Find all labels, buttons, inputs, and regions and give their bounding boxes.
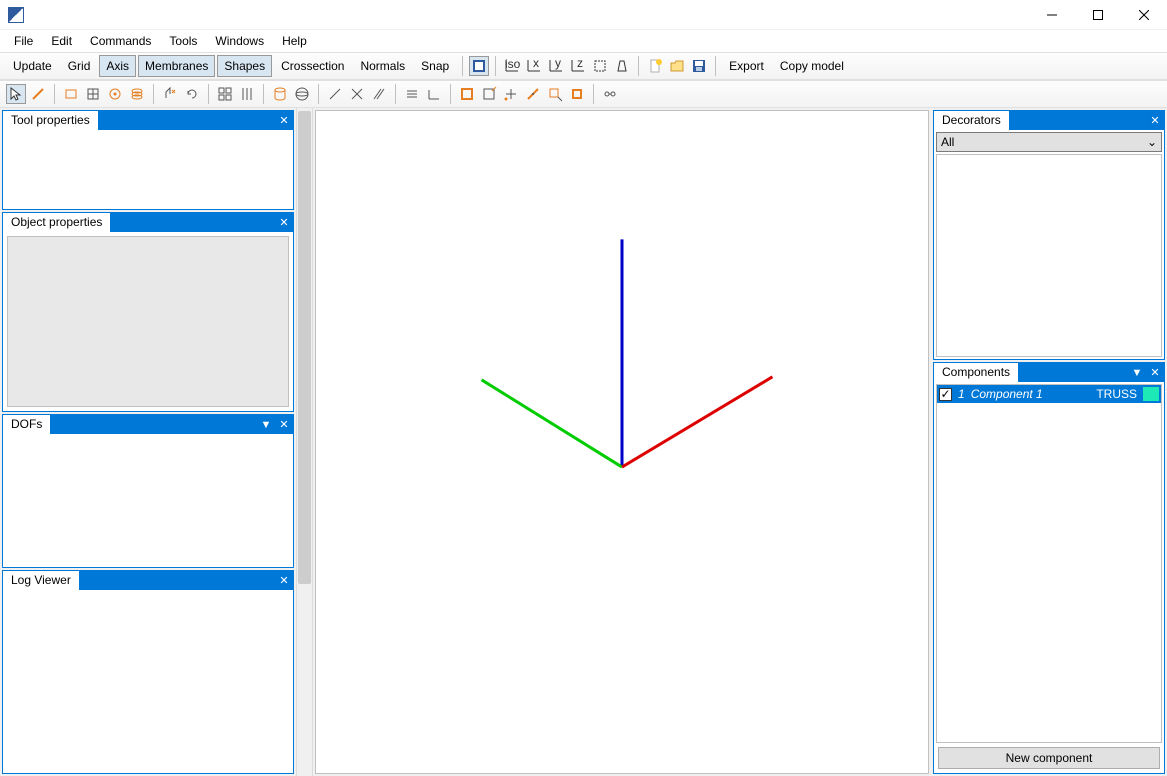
angle-icon[interactable] <box>424 84 444 104</box>
menu-commands[interactable]: Commands <box>82 32 159 50</box>
svg-text:y: y <box>555 58 561 70</box>
perspective-icon[interactable] <box>612 56 632 76</box>
tool-toolbar <box>0 80 1167 108</box>
view-y-icon[interactable]: y <box>546 56 566 76</box>
group-icon[interactable] <box>215 84 235 104</box>
close-button[interactable] <box>1121 0 1167 30</box>
decorators-title: Decorators <box>933 110 1010 130</box>
title-bar <box>0 0 1167 30</box>
tool-properties-panel: Tool properties ✕ <box>2 110 294 210</box>
svg-text:iso: iso <box>505 58 520 71</box>
maximize-button[interactable] <box>1075 0 1121 30</box>
grid-icon[interactable] <box>83 84 103 104</box>
membranes-toggle[interactable]: Membranes <box>138 55 215 77</box>
menu-windows[interactable]: Windows <box>207 32 272 50</box>
square-orange-icon[interactable] <box>457 84 477 104</box>
tool-properties-title: Tool properties <box>2 110 99 130</box>
svg-text:z: z <box>577 58 583 70</box>
normals-toggle[interactable]: Normals <box>353 55 412 77</box>
component-checkbox[interactable]: ✓ <box>939 388 952 401</box>
menu-tools[interactable]: Tools <box>161 32 205 50</box>
stack-icon[interactable] <box>127 84 147 104</box>
view-iso-icon[interactable]: iso <box>502 56 522 76</box>
square-outline-icon[interactable] <box>567 84 587 104</box>
double-slash-icon[interactable] <box>369 84 389 104</box>
log-viewer-title: Log Viewer <box>2 570 80 590</box>
component-color-swatch[interactable] <box>1143 387 1159 401</box>
decorators-panel: Decorators ✕ All⌄ <box>933 110 1165 360</box>
plus-point-icon[interactable] <box>501 84 521 104</box>
iso-view-icon[interactable] <box>469 56 489 76</box>
left-panel-column: Tool properties ✕ Object properties ✕ DOFs… <box>0 108 296 776</box>
select-region-icon[interactable] <box>590 56 610 76</box>
component-name: Component 1 <box>971 387 1091 401</box>
viewport-3d[interactable] <box>315 110 929 774</box>
components-title: Components <box>933 362 1019 382</box>
slash-icon[interactable] <box>325 84 345 104</box>
minimize-button[interactable] <box>1029 0 1075 30</box>
log-viewer-panel: Log Viewer ✕ <box>2 570 294 774</box>
dofs-title: DOFs <box>2 414 51 434</box>
chevron-down-icon: ⌄ <box>1147 135 1157 149</box>
square-cross-icon[interactable] <box>479 84 499 104</box>
right-panel-column: Decorators✕ All⌄ Components▼✕ ✓ 1 Compon… <box>931 108 1167 776</box>
extrude-icon[interactable] <box>160 84 180 104</box>
x-axis-gizmo <box>622 377 772 467</box>
object-properties-panel: Object properties ✕ <box>2 212 294 412</box>
diag-orange-icon[interactable] <box>523 84 543 104</box>
bars-icon[interactable] <box>237 84 257 104</box>
menu-help[interactable]: Help <box>274 32 315 50</box>
export-button[interactable]: Export <box>722 55 771 77</box>
link-icon[interactable] <box>600 84 620 104</box>
copy-model-button[interactable]: Copy model <box>773 55 851 77</box>
hlines-icon[interactable] <box>402 84 422 104</box>
component-type: TRUSS <box>1096 387 1137 401</box>
menu-bar: File Edit Commands Tools Windows Help <box>0 30 1167 52</box>
panel-close-icon[interactable]: ✕ <box>275 415 293 434</box>
view-x-icon[interactable]: x <box>524 56 544 76</box>
menu-edit[interactable]: Edit <box>43 32 80 50</box>
component-row[interactable]: ✓ 1 Component 1 TRUSS <box>937 385 1161 403</box>
y-axis-gizmo <box>482 380 622 467</box>
sphere-icon[interactable] <box>292 84 312 104</box>
panel-menu-icon[interactable]: ▼ <box>257 415 275 434</box>
axis-toggle[interactable]: Axis <box>99 55 136 77</box>
snap-toggle[interactable]: Snap <box>414 55 456 77</box>
components-panel: Components ▼✕ ✓ 1 Component 1 TRUSS New c… <box>933 362 1165 774</box>
grid-toggle[interactable]: Grid <box>61 55 98 77</box>
update-button[interactable]: Update <box>6 55 59 77</box>
save-icon[interactable] <box>689 56 709 76</box>
open-folder-icon[interactable] <box>667 56 687 76</box>
rotate-icon[interactable] <box>182 84 202 104</box>
work-area: Tool properties ✕ Object properties ✕ DOFs… <box>0 108 1167 776</box>
svg-text:x: x <box>533 58 539 70</box>
view-z-icon[interactable]: z <box>568 56 588 76</box>
app-icon <box>8 7 24 23</box>
view-toolbar: Update Grid Axis Membranes Shapes Crosse… <box>0 52 1167 80</box>
crossection-toggle[interactable]: Crossection <box>274 55 351 77</box>
rect-icon[interactable] <box>61 84 81 104</box>
draw-line-icon[interactable] <box>28 84 48 104</box>
decorators-filter-dropdown[interactable]: All⌄ <box>936 132 1162 152</box>
left-scrollbar[interactable] <box>296 108 313 776</box>
panel-close-icon[interactable]: ✕ <box>275 213 293 232</box>
new-file-icon[interactable] <box>645 56 665 76</box>
object-properties-title: Object properties <box>2 212 111 232</box>
select-tool-icon[interactable] <box>6 84 26 104</box>
panel-close-icon[interactable]: ✕ <box>275 571 293 590</box>
panel-close-icon[interactable]: ✕ <box>275 111 293 130</box>
component-number: 1 <box>958 387 965 401</box>
panel-close-icon[interactable]: ✕ <box>1146 111 1164 130</box>
panel-close-icon[interactable]: ✕ <box>1146 363 1164 382</box>
panel-menu-icon[interactable]: ▼ <box>1128 363 1146 382</box>
shapes-toggle[interactable]: Shapes <box>217 55 272 77</box>
cross-icon[interactable] <box>347 84 367 104</box>
circle-point-icon[interactable] <box>105 84 125 104</box>
cylinder-icon[interactable] <box>270 84 290 104</box>
square-arrow-icon[interactable] <box>545 84 565 104</box>
menu-file[interactable]: File <box>6 32 41 50</box>
dofs-panel: DOFs ▼✕ <box>2 414 294 568</box>
new-component-button[interactable]: New component <box>938 747 1160 769</box>
